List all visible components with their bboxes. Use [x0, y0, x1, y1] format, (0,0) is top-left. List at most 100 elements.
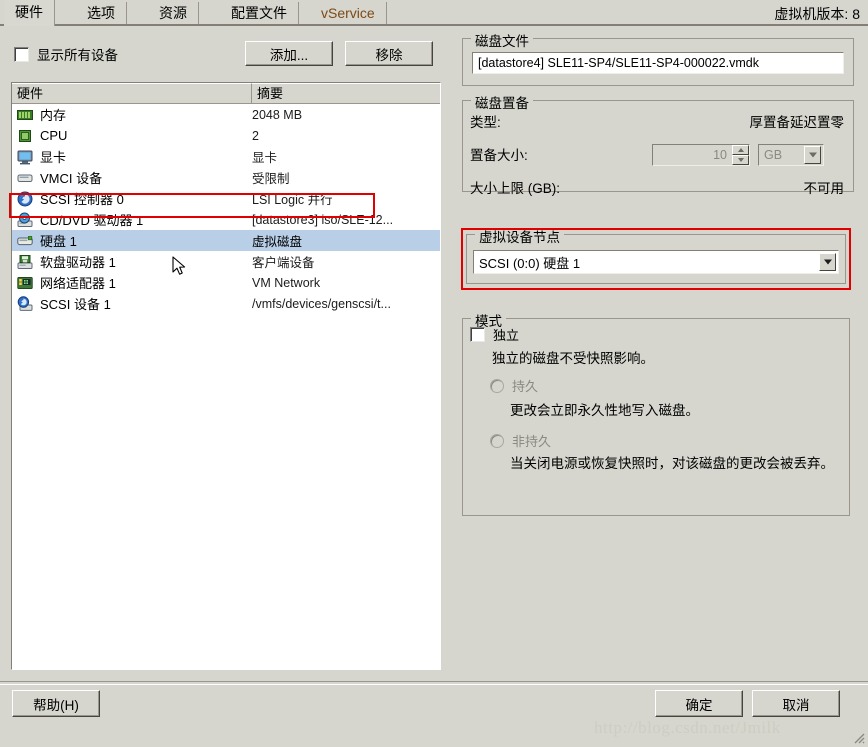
virtual-device-node-value: SCSI (0:0) 硬盘 1: [479, 255, 581, 271]
remove-device-button[interactable]: 移除: [345, 41, 433, 66]
table-row[interactable]: 内存 2048 MB: [12, 104, 440, 125]
table-row[interactable]: 网络适配器 1 VM Network: [12, 272, 440, 293]
add-device-button[interactable]: 添加...: [245, 41, 333, 66]
hardware-name-label: 网络适配器 1: [40, 276, 116, 291]
table-row[interactable]: 硬盘 1 虚拟磁盘: [12, 230, 440, 251]
scsi-controller-icon: [17, 191, 33, 207]
hardware-name-cell: 网络适配器 1: [12, 273, 252, 292]
max-size-value: 不可用: [803, 181, 845, 196]
persistent-description: 更改会立即永久性地写入磁盘。: [510, 403, 699, 418]
hardware-summary-cell: 显卡: [252, 151, 278, 165]
hardware-summary-cell: 2048 MB: [252, 107, 303, 122]
scsi-device-icon: [17, 295, 33, 312]
independent-description: 独立的磁盘不受快照影响。: [492, 351, 654, 366]
provisioning-type-label: 类型:: [470, 115, 501, 130]
hardware-name-label: CPU: [40, 128, 68, 143]
tab-hardware[interactable]: 硬件: [4, 0, 55, 26]
hardware-summary-cell: 客户端设备: [252, 256, 315, 270]
hardware-summary-cell: [datastore3] iso/SLE-12...: [252, 212, 394, 227]
nonpersistent-description: 当关闭电源或恢复快照时，对该磁盘的更改会被丢弃。: [510, 456, 834, 471]
checkbox-box[interactable]: [470, 327, 485, 342]
hardware-name-cell: VMCI 设备: [12, 168, 252, 187]
virtual-device-node-select[interactable]: SCSI (0:0) 硬盘 1: [473, 250, 839, 274]
vm-settings-dialog: 硬件 选项 资源 配置文件 vService 虚拟机版本: 8 显示所有设备 添…: [0, 0, 868, 747]
hardware-name-label: SCSI 设备 1: [40, 297, 111, 312]
hardware-list-header: 硬件 摘要: [12, 83, 440, 104]
disk-file-path-field[interactable]: [datastore4] SLE11-SP4/SLE11-SP4-000022.…: [472, 52, 844, 74]
hardware-summary-cell: 虚拟磁盘: [252, 235, 303, 249]
table-row[interactable]: 显卡 显卡: [12, 146, 440, 167]
hardware-summary-cell: 2: [252, 128, 259, 143]
hardware-name-label: 软盘驱动器 1: [40, 255, 116, 270]
radio-button: [490, 433, 504, 448]
virtual-device-node-legend: 虚拟设备节点: [475, 226, 564, 246]
vmci-device-icon: [17, 170, 33, 186]
persistent-radio: 持久: [490, 376, 538, 395]
resize-grip[interactable]: [851, 730, 865, 744]
independent-label: 独立: [493, 328, 520, 343]
provisioned-size-stepper: 10: [652, 144, 750, 166]
hardware-name-cell: 内存: [12, 105, 252, 124]
table-row[interactable]: SCSI 设备 1/vmfs/devices/genscsi/t...: [12, 293, 440, 314]
vm-version-label: 虚拟机版本: 8: [774, 6, 860, 22]
nonpersistent-radio: 非持久: [490, 431, 551, 450]
show-all-devices-checkbox[interactable]: 显示所有设备: [14, 44, 118, 64]
checkbox-box[interactable]: [14, 46, 29, 62]
memory-icon: [17, 107, 33, 123]
footer-divider: [0, 681, 868, 685]
hardware-name-label: VMCI 设备: [40, 171, 103, 186]
cpu-icon: [17, 128, 33, 144]
persistent-label: 持久: [512, 379, 539, 394]
table-row[interactable]: CD/DVD 驱动器 1 [datastore3] iso/SLE-12...: [12, 209, 440, 230]
hardware-name-cell: 软盘驱动器 1: [12, 252, 252, 271]
help-button[interactable]: 帮助(H): [12, 690, 100, 717]
tab-vservice[interactable]: vService: [310, 2, 387, 24]
table-row[interactable]: CPU 2: [12, 125, 440, 146]
radio-button: [490, 378, 504, 393]
watermark-text: http://blog.csdn.net/Jmilk: [594, 718, 781, 737]
hard-disk-icon: [17, 233, 33, 249]
provisioned-size-label: 置备大小:: [470, 148, 528, 163]
chevron-down-icon[interactable]: [819, 253, 836, 271]
column-header-summary[interactable]: 摘要: [252, 83, 440, 103]
tab-resources[interactable]: 资源: [148, 2, 199, 24]
column-header-hardware[interactable]: 硬件: [12, 83, 252, 103]
hardware-summary-cell: 受限制: [252, 172, 290, 186]
table-row[interactable]: 软盘驱动器 1 客户端设备: [12, 251, 440, 272]
hardware-name-label: 显卡: [40, 150, 67, 165]
hardware-name-cell: CPU: [12, 128, 252, 144]
disk-file-legend: 磁盘文件: [471, 30, 533, 50]
floppy-drive-icon: [17, 254, 33, 270]
hardware-name-cell: 显卡: [12, 147, 252, 166]
mouse-cursor: [172, 256, 186, 275]
hardware-list[interactable]: 硬件 摘要 内存 2048 MB CPU 2 显卡 显卡 VMCI 设备 受限制 SCSI 控制…: [11, 82, 441, 670]
network-adapter-icon: [17, 275, 33, 291]
ok-button[interactable]: 确定: [655, 690, 743, 717]
provisioned-size-value: 10: [713, 148, 727, 162]
cd-dvd-drive-icon: [17, 212, 33, 228]
hardware-name-cell: SCSI 控制器 0: [12, 189, 252, 208]
independent-checkbox[interactable]: 独立: [470, 325, 519, 344]
stepper-down-icon: [732, 155, 749, 165]
hardware-name-cell: CD/DVD 驱动器 1: [12, 210, 252, 229]
hardware-summary-cell: LSI Logic 并行: [252, 193, 333, 207]
hardware-name-label: CD/DVD 驱动器 1: [40, 213, 144, 228]
hardware-name-cell: 硬盘 1: [12, 231, 252, 250]
stepper-buttons: [732, 145, 749, 165]
max-size-label: 大小上限 (GB):: [470, 181, 560, 196]
hardware-list-body: 内存 2048 MB CPU 2 显卡 显卡 VMCI 设备 受限制 SCSI 控制器 0 LSI…: [12, 104, 440, 314]
disk-provisioning-legend: 磁盘置备: [471, 92, 533, 112]
hardware-summary-cell: /vmfs/devices/genscsi/t...: [252, 296, 391, 311]
hardware-name-label: SCSI 控制器 0: [40, 192, 124, 207]
tab-options[interactable]: 选项: [76, 2, 127, 24]
nonpersistent-label: 非持久: [512, 434, 552, 449]
tab-profiles[interactable]: 配置文件: [220, 2, 299, 24]
cancel-button[interactable]: 取消: [752, 690, 840, 717]
table-row[interactable]: SCSI 控制器 0 LSI Logic 并行: [12, 188, 440, 209]
tab-underline: [0, 24, 868, 26]
table-row[interactable]: VMCI 设备 受限制: [12, 167, 440, 188]
stepper-up-icon: [732, 145, 749, 155]
provisioned-size-unit-value: GB: [764, 148, 783, 162]
hardware-summary-cell: VM Network: [252, 275, 321, 290]
hardware-name-label: 内存: [40, 108, 67, 123]
